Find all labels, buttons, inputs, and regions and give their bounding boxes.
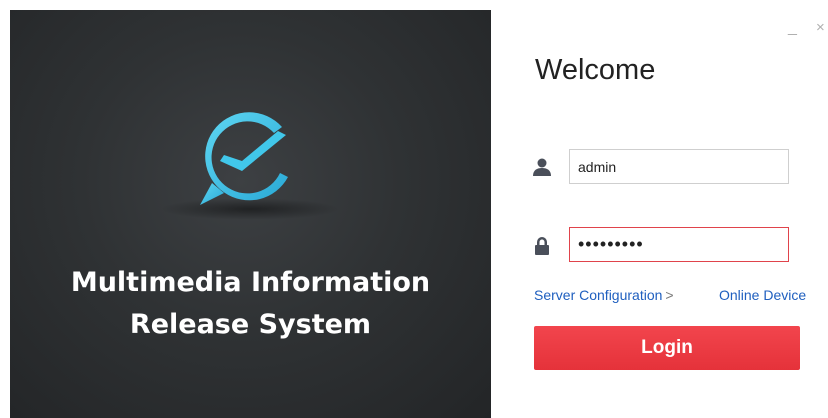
user-icon: [533, 158, 551, 176]
chat-bubble-clock-icon: [200, 112, 288, 205]
minimize-button[interactable]: _: [788, 20, 797, 36]
login-panel: _ × Welcome Server Configuration> Online…: [491, 10, 828, 418]
server-configuration-label: Server Configuration: [534, 287, 663, 303]
server-configuration-link[interactable]: Server Configuration >: [534, 287, 674, 303]
online-device-link[interactable]: Online Device: [719, 287, 806, 303]
login-button[interactable]: Login: [534, 326, 800, 370]
lock-icon: [535, 237, 549, 255]
welcome-heading: Welcome: [535, 54, 656, 86]
app-title-line1: Multimedia Information: [70, 267, 431, 298]
login-window: Multimedia Information Release System _ …: [0, 0, 828, 418]
close-button[interactable]: ×: [816, 20, 825, 36]
app-title: Multimedia Information Release System: [10, 262, 491, 346]
chevron-right-icon: >: [665, 287, 674, 303]
app-title-line2: Release System: [129, 309, 372, 340]
branding-panel: Multimedia Information Release System: [10, 10, 491, 418]
password-input[interactable]: [569, 227, 789, 262]
username-input[interactable]: [569, 149, 789, 184]
